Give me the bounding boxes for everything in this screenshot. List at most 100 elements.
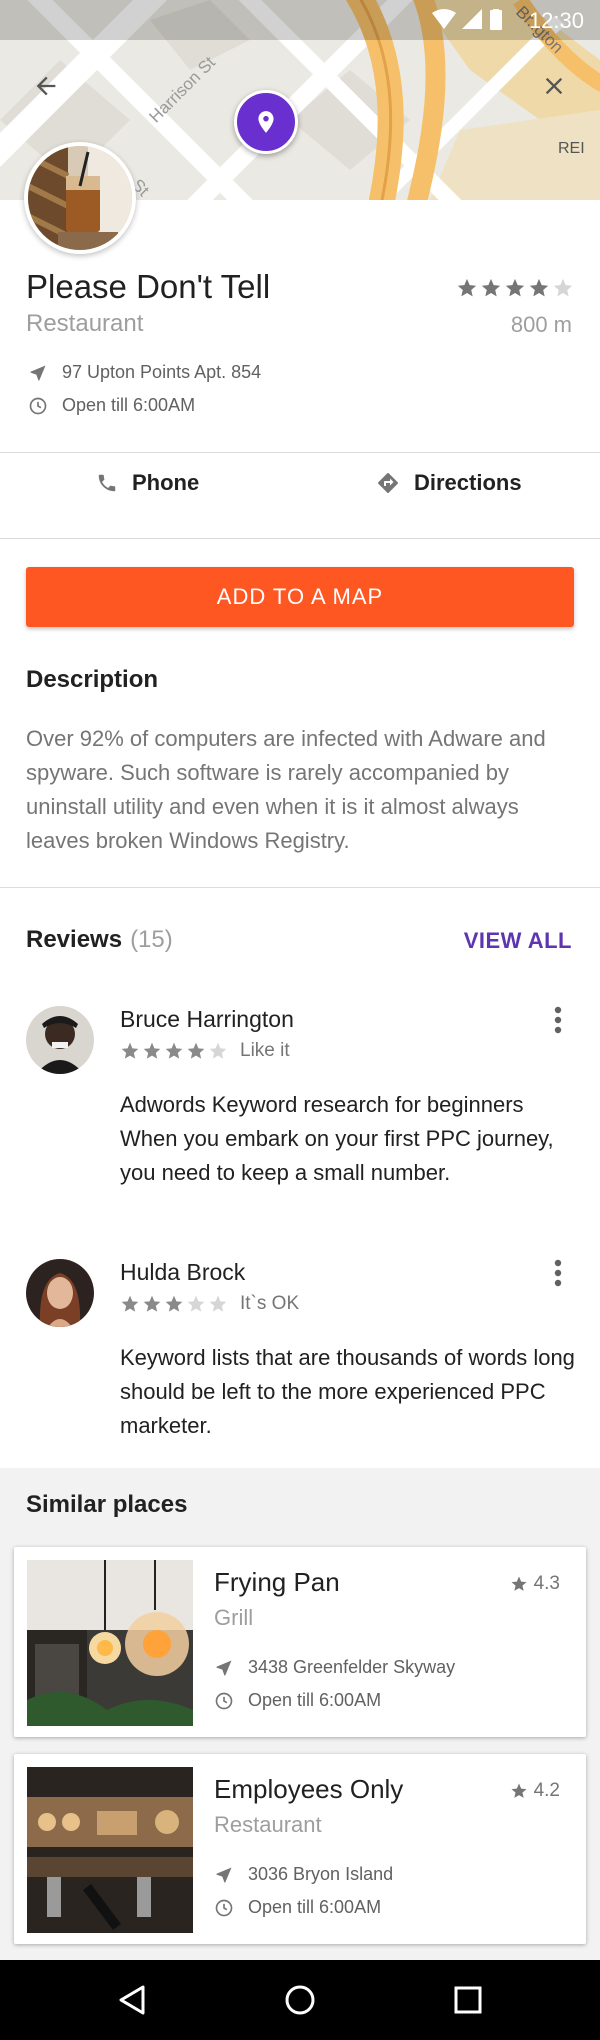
- directions-label: Directions: [414, 470, 522, 495]
- review-more-button[interactable]: [540, 1251, 576, 1295]
- place-thumbnail: [27, 1560, 193, 1726]
- description-title: Description: [26, 666, 159, 693]
- hours-row: Open till 6:00AM: [28, 395, 195, 416]
- star-icon: [511, 1783, 527, 1798]
- star-icon: [553, 278, 573, 297]
- divider: [0, 538, 600, 539]
- place-address: 97 Upton Points Apt. 854: [62, 362, 262, 382]
- review-more-button[interactable]: [540, 998, 576, 1042]
- star-icon: [165, 1042, 183, 1059]
- phone-icon: [98, 474, 116, 492]
- circle-home-icon: [285, 1985, 315, 2015]
- place-distance: 800 m: [510, 312, 572, 337]
- star-icon: [187, 1042, 205, 1059]
- similar-place-rating: 4.2: [510, 1780, 560, 1802]
- avatar[interactable]: [26, 1006, 94, 1074]
- review-rating: Like it: [120, 1040, 290, 1062]
- similar-place-rating: 4.3: [510, 1573, 560, 1595]
- battery-icon: [490, 10, 502, 30]
- iced-coffee-image: [28, 146, 132, 250]
- poi-label: REI: [558, 140, 585, 157]
- similar-place-hours: Open till 6:00AM: [248, 1897, 382, 1917]
- close-icon: [545, 77, 563, 95]
- place-photo[interactable]: [24, 142, 136, 254]
- place-hours: Open till 6:00AM: [62, 395, 196, 415]
- reviewer-name: Bruce Harrington: [120, 1006, 294, 1032]
- star-icon: [481, 278, 501, 297]
- review-stars: [120, 1041, 228, 1061]
- status-bar: 12:30: [0, 0, 600, 40]
- more-vert-icon: [554, 1006, 562, 1034]
- navigation-arrow-icon: [216, 1867, 232, 1882]
- star-icon: [121, 1295, 139, 1312]
- star-icon: [209, 1042, 227, 1059]
- reviews-count: (15): [130, 926, 173, 953]
- address-row: 3438 Greenfelder Skyway: [214, 1657, 455, 1678]
- review-mood: It`s OK: [240, 1293, 300, 1314]
- address-row: 97 Upton Points Apt. 854: [28, 362, 261, 383]
- reviews-title: Reviews: [26, 926, 123, 953]
- divider: [0, 887, 600, 888]
- star-icon: [143, 1295, 161, 1312]
- arrow-back-icon: [36, 76, 56, 96]
- navigation-arrow-icon: [216, 1660, 232, 1675]
- similar-place-name: Frying Pan: [214, 1567, 340, 1597]
- star-icon: [511, 1576, 527, 1591]
- navigation-arrow-icon: [30, 365, 46, 380]
- hours-row: Open till 6:00AM: [214, 1897, 381, 1918]
- nav-back-button[interactable]: [108, 1976, 156, 2024]
- view-all-reviews-link[interactable]: VIEW ALL: [464, 928, 572, 954]
- star-icon: [505, 278, 525, 297]
- close-button[interactable]: [530, 62, 578, 110]
- add-to-map-button[interactable]: ADD TO A MAP: [26, 567, 574, 627]
- star-icon: [143, 1042, 161, 1059]
- back-button[interactable]: [22, 62, 70, 110]
- reviews-header: Reviews (15): [26, 926, 173, 954]
- nav-home-button[interactable]: [276, 1976, 324, 2024]
- status-icons: [430, 7, 510, 36]
- wifi-icon: [432, 9, 456, 29]
- place-category: Restaurant: [26, 310, 144, 337]
- rating-value: 4.3: [533, 1573, 560, 1594]
- map-pin-marker[interactable]: [234, 90, 298, 154]
- review-rating: It`s OK: [120, 1293, 299, 1315]
- place-rating-stars: [456, 277, 574, 299]
- place-title: Please Don't Tell: [26, 268, 271, 305]
- espresso-machine-image: [27, 1767, 193, 1933]
- star-icon: [121, 1042, 139, 1059]
- avatar[interactable]: [26, 1259, 94, 1327]
- review-text: Keyword lists that are thousands of word…: [120, 1345, 575, 1438]
- phone-button[interactable]: Phone: [96, 470, 199, 496]
- rating-value: 4.2: [533, 1780, 560, 1801]
- light-bulbs-image: [27, 1560, 193, 1726]
- clock-icon: [215, 1899, 233, 1916]
- review-mood: Like it: [240, 1040, 290, 1061]
- nav-recents-button[interactable]: [444, 1976, 492, 2024]
- star-icon: [187, 1295, 205, 1312]
- review-stars: [120, 1294, 228, 1314]
- directions-icon: [378, 473, 398, 493]
- similar-place-address: 3438 Greenfelder Skyway: [248, 1657, 456, 1677]
- address-row: 3036 Bryon Island: [214, 1864, 393, 1885]
- status-time: 12:30: [528, 8, 584, 33]
- star-icon: [165, 1295, 183, 1312]
- signal-icon: [462, 9, 482, 29]
- system-nav-bar: [0, 1960, 600, 2040]
- place-thumbnail: [27, 1767, 193, 1933]
- clock-icon: [215, 1692, 233, 1709]
- similar-place-name: Employees Only: [214, 1774, 404, 1804]
- star-icon: [457, 278, 477, 297]
- similar-place-category: Restaurant: [214, 1812, 322, 1837]
- clock-icon: [29, 397, 47, 414]
- divider: [0, 452, 600, 453]
- triangle-back-icon: [119, 1985, 145, 2015]
- description-text: Over 92% of computers are infected with …: [26, 726, 546, 853]
- hours-row: Open till 6:00AM: [214, 1690, 381, 1711]
- similar-place-category: Grill: [214, 1605, 254, 1630]
- square-recents-icon: [454, 1986, 482, 2014]
- similar-place-card[interactable]: Frying Pan Grill 4.3 3438 Greenfelder Sk…: [14, 1547, 586, 1737]
- directions-button[interactable]: Directions: [376, 470, 522, 496]
- similar-places-title: Similar places: [26, 1491, 188, 1518]
- more-vert-icon: [554, 1259, 562, 1287]
- similar-place-card[interactable]: Employees Only Restaurant 4.2 3036 Bryon…: [14, 1754, 586, 1944]
